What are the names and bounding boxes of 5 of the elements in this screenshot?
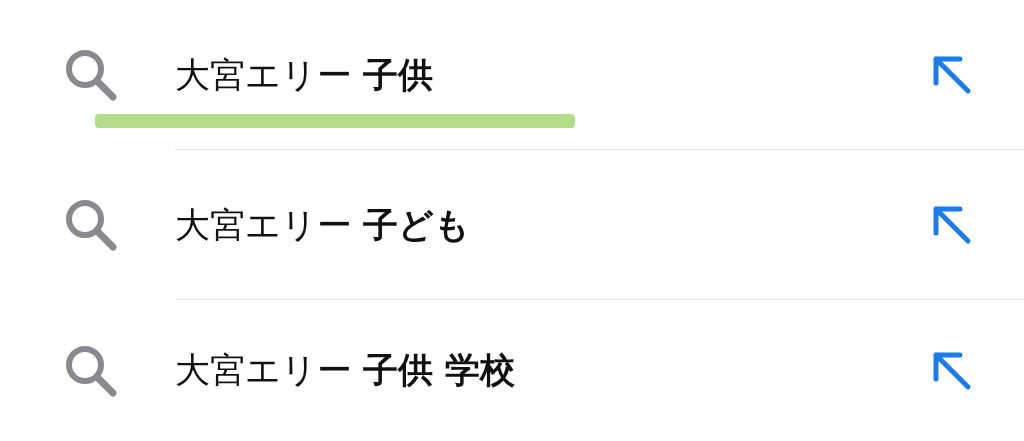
suggestion-text[interactable]: 大宮エリー 子供 学校 [175,350,516,390]
suggestion-text[interactable]: 大宮エリー 子供 [175,54,434,95]
suggestion-text[interactable]: 大宮エリー 子ども [175,204,471,245]
search-icon [63,47,119,103]
search-icon [63,197,119,253]
